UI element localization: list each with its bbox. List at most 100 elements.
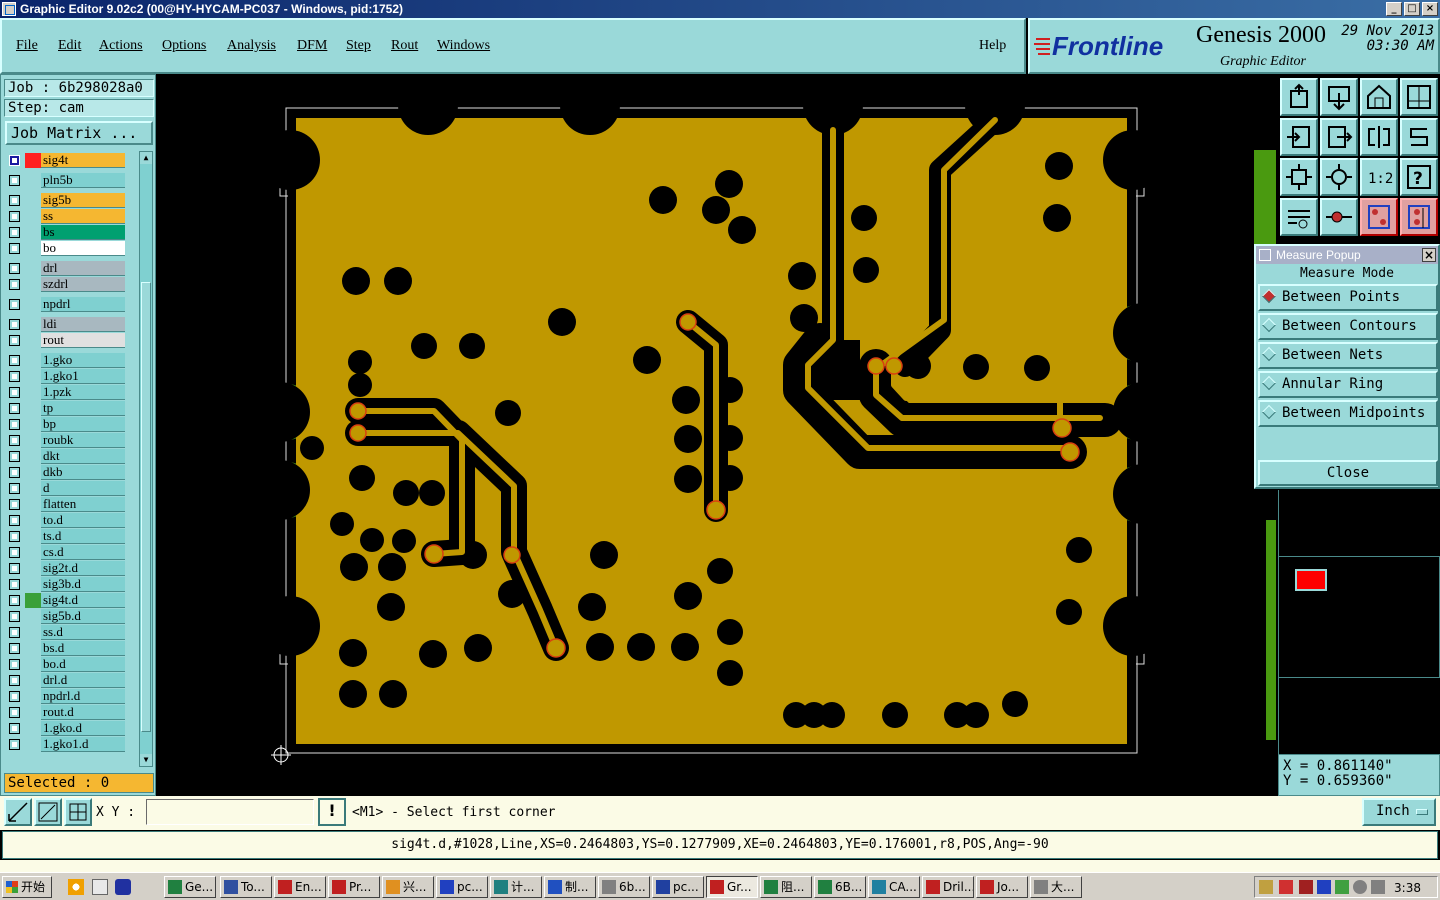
measure-option[interactable]: Between Contours: [1258, 313, 1438, 340]
layer-name[interactable]: bp: [41, 417, 125, 432]
layer-connect-button[interactable]: [1360, 198, 1398, 236]
layer-checkbox[interactable]: [9, 659, 20, 670]
measure-option[interactable]: Between Points: [1258, 284, 1438, 311]
help-button[interactable]: ?: [1400, 158, 1438, 196]
radio-diamond-icon[interactable]: [1261, 404, 1277, 420]
layer-row[interactable]: d: [5, 481, 137, 496]
layer-row[interactable]: bo: [5, 241, 137, 256]
radio-diamond-icon[interactable]: [1261, 346, 1277, 362]
layer-checkbox[interactable]: [9, 643, 20, 654]
layer-row[interactable]: npdrl: [5, 297, 137, 312]
layer-checkbox[interactable]: [9, 387, 20, 398]
layer-row[interactable]: ldi: [5, 317, 137, 332]
layer-name[interactable]: sig4t: [41, 153, 125, 168]
layer-row[interactable]: sig4t: [5, 153, 137, 168]
maximize-button[interactable]: □: [1404, 2, 1420, 16]
fit-button[interactable]: [1280, 158, 1318, 196]
layer-row[interactable]: 1.pzk: [5, 385, 137, 400]
zoom-out-button[interactable]: [1320, 118, 1358, 156]
zoom-in-button[interactable]: [1280, 118, 1318, 156]
ratio-button[interactable]: 1:2: [1360, 158, 1398, 196]
layer-checkbox[interactable]: [9, 563, 20, 574]
layer-checkbox[interactable]: [9, 419, 20, 430]
layer-checkbox[interactable]: [9, 451, 20, 462]
layer-row[interactable]: ss: [5, 209, 137, 224]
layer-checkbox[interactable]: [9, 547, 20, 558]
layer-name[interactable]: npdrl.d: [41, 689, 125, 704]
layer-row[interactable]: ss.d: [5, 625, 137, 640]
tray-settings-icon[interactable]: [1353, 880, 1367, 894]
layer-row[interactable]: drl.d: [5, 673, 137, 688]
layer-checkbox[interactable]: [9, 243, 20, 254]
layer-checkbox[interactable]: [9, 595, 20, 606]
scroll-thumb[interactable]: [141, 282, 151, 732]
layer-name[interactable]: npdrl: [41, 297, 125, 312]
radio-diamond-icon[interactable]: [1261, 288, 1277, 304]
center-button[interactable]: [1320, 158, 1358, 196]
layer-checkbox[interactable]: [9, 195, 20, 206]
layer-row[interactable]: szdrl: [5, 277, 137, 292]
layer-name[interactable]: dkb: [41, 465, 125, 480]
layer-row[interactable]: bp: [5, 417, 137, 432]
scroll-down-icon[interactable]: ▼: [140, 754, 152, 766]
menu-analysis[interactable]: Analysis: [227, 38, 276, 54]
layer-checkbox[interactable]: [9, 175, 20, 186]
taskbar-task[interactable]: pc...: [652, 876, 704, 898]
layer-name[interactable]: ts.d: [41, 529, 125, 544]
tray-ch-icon[interactable]: [1317, 880, 1331, 894]
layer-checkbox[interactable]: [9, 707, 20, 718]
layer-name[interactable]: sig4t.d: [41, 593, 125, 608]
xy-input[interactable]: [146, 799, 314, 825]
taskbar-task[interactable]: 6b...: [598, 876, 650, 898]
flip-button[interactable]: [1360, 118, 1398, 156]
split-view-button[interactable]: [1400, 78, 1438, 116]
layer-checkbox[interactable]: [9, 279, 20, 290]
layer-checkbox[interactable]: [9, 435, 20, 446]
layer-name[interactable]: sig2t.d: [41, 561, 125, 576]
layer-name[interactable]: drl: [41, 261, 125, 276]
layer-name[interactable]: drl.d: [41, 673, 125, 688]
measure-option[interactable]: Between Nets: [1258, 342, 1438, 369]
menu-rout[interactable]: Rout: [391, 38, 418, 54]
layer-checkbox[interactable]: [9, 335, 20, 346]
layer-name[interactable]: rout: [41, 333, 125, 348]
layer-checkbox[interactable]: [9, 611, 20, 622]
layer-checkbox[interactable]: [9, 371, 20, 382]
layer-name[interactable]: sig5b.d: [41, 609, 125, 624]
layer-name[interactable]: ss.d: [41, 625, 125, 640]
layer-name[interactable]: 1.gko1: [41, 369, 125, 384]
clock-app-icon[interactable]: [68, 879, 84, 895]
menu-options[interactable]: Options: [162, 38, 206, 54]
layer-name[interactable]: tp: [41, 401, 125, 416]
layer-row[interactable]: bo.d: [5, 657, 137, 672]
layer-row[interactable]: dkb: [5, 465, 137, 480]
menu-windows[interactable]: Windows: [437, 38, 490, 54]
layer-checkbox[interactable]: [9, 483, 20, 494]
taskbar-task[interactable]: CA...: [868, 876, 920, 898]
layer-checkbox[interactable]: [9, 227, 20, 238]
tray-ime-icon[interactable]: [1279, 880, 1293, 894]
layer-row[interactable]: flatten: [5, 497, 137, 512]
tray-network-icon[interactable]: [1335, 880, 1349, 894]
units-select[interactable]: Inch: [1362, 798, 1436, 826]
layer-checkbox[interactable]: [9, 403, 20, 414]
measure-option[interactable]: Between Midpoints: [1258, 400, 1438, 427]
taskbar-task[interactable]: Jo...: [976, 876, 1028, 898]
measure-tool-button[interactable]: [1280, 198, 1318, 236]
job-matrix-button[interactable]: Job Matrix ...: [5, 121, 153, 145]
taskbar-task[interactable]: Pr...: [328, 876, 380, 898]
minimize-button[interactable]: _: [1386, 2, 1402, 16]
layer-name[interactable]: roubk: [41, 433, 125, 448]
layer-checkbox[interactable]: [9, 355, 20, 366]
taskbar-task[interactable]: 制...: [544, 876, 596, 898]
layer-row[interactable]: pln5b: [5, 173, 137, 188]
layer-name[interactable]: sig5b: [41, 193, 125, 208]
layer-name[interactable]: d: [41, 481, 125, 496]
layer-name[interactable]: sig3b.d: [41, 577, 125, 592]
menu-actions[interactable]: Actions: [99, 38, 143, 54]
drop-button[interactable]: [1320, 78, 1358, 116]
layer-name[interactable]: bs.d: [41, 641, 125, 656]
shield-app-icon[interactable]: [115, 879, 131, 895]
snap-mode-button[interactable]: [4, 798, 32, 826]
measure-option[interactable]: Annular Ring: [1258, 371, 1438, 398]
